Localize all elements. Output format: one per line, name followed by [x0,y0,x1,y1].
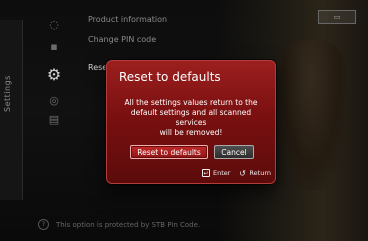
status-bar: ? This option is protected by STB Pin Co… [38,219,200,230]
return-hint-label: Return [249,169,271,177]
gear-icon: ⚙ [46,64,62,84]
dialog-message: All the settings values return to the de… [119,98,263,138]
dialog-message-line-3: will be removed! [159,128,223,137]
help-icon: ? [38,219,49,230]
reset-icon: ◎ [49,93,59,107]
menu-item-product-information[interactable]: Product information [88,10,278,30]
status-text: This option is protected by STB Pin Code… [56,220,201,229]
menu-item-label: Product information [88,15,168,24]
signal-icon: ▤ [48,112,60,126]
menu-item-label: Change PIN code [88,35,157,44]
enter-icon: ↵ [201,169,210,177]
info-icon: ◌ [49,17,59,31]
enter-hint-label: Enter [212,169,231,177]
enter-hint: ↵ Enter [201,169,231,177]
return-hint: ↺ Return [238,168,271,178]
dialog-hints: ↵ Enter ↺ Return [199,168,271,178]
dialog-buttons: Reset to defaults Cancel [130,145,255,159]
tv-settings-screen: ▭ Settings ◌ ▪ ⚙ ◎ ▤ Product information… [0,0,368,241]
dialog-message-line-2: default settings and all scanned service… [130,108,252,127]
return-icon: ↺ [239,168,246,178]
sidebar: Settings [0,20,23,200]
dialog-message-line-1: All the settings values return to the [124,98,258,107]
dialog-title: Reset to defaults [119,70,221,84]
menu-item-change-pin[interactable]: Change PIN code [88,30,278,50]
cancel-button[interactable]: Cancel [214,145,254,159]
background-figure [276,40,346,190]
channel-logo: ▭ [318,10,356,24]
reset-to-defaults-button[interactable]: Reset to defaults [130,145,208,159]
reset-dialog: Reset to defaults All the settings value… [106,60,276,184]
sidebar-label: Settings [3,75,12,112]
lock-icon: ▪ [50,39,58,53]
